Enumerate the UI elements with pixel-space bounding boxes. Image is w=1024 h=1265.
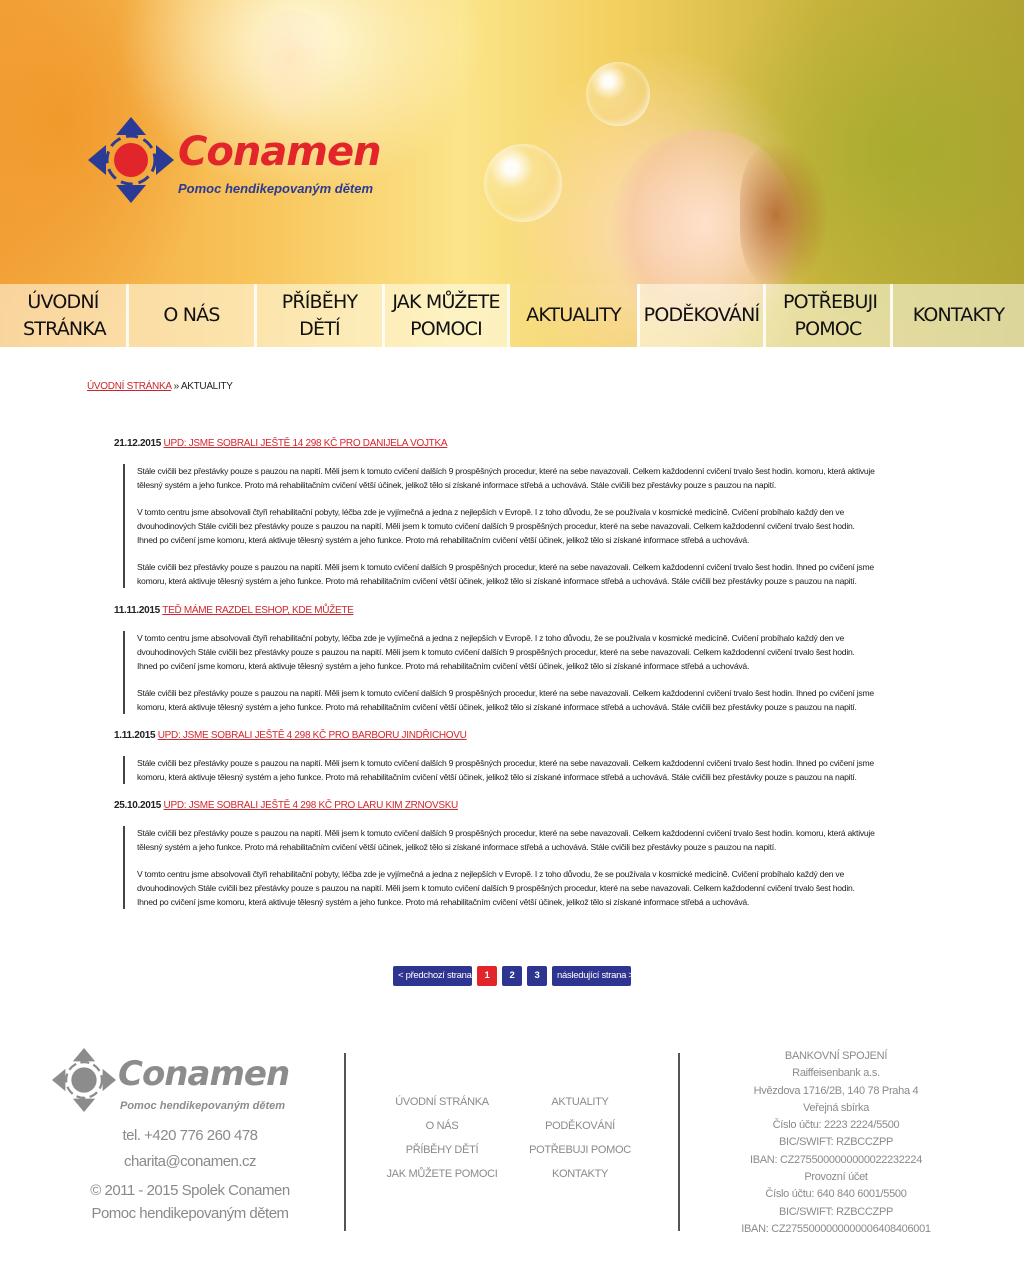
bank-line: Provozní účet [804,1171,868,1184]
footer-email[interactable]: charita@conamen.cz [52,1153,328,1170]
bank-line: BIC/SWIFT: RZBCCZPP [778,1205,894,1218]
logo-wordmark: Conamen [178,129,382,175]
soap-bubble-image [484,144,562,222]
footer-copyright: © 2011 - 2015 Spolek Conamen [90,1182,290,1199]
news-paragraph: Stále cvičili bez přestávky pouze s pauz… [137,562,874,586]
footer-link-need-help[interactable]: POTŘEBUJI POMOC [525,1142,635,1166]
news-heading: 1.11.2015 UPD: JSME SOBRALI JEŠTĚ 4 298 … [114,730,467,741]
footer-logo-wordmark: Conamen [118,1054,290,1094]
news-heading: 21.12.2015 UPD: JSME SOBRALI JEŠTĚ 14 29… [114,438,448,449]
news-body: Stále cvičili bez přestávky pouze s pauz… [123,464,875,588]
hero-banner: Conamen Pomoc hendikepovaným dětem ÚVODN… [0,0,1024,347]
news-body: V tomto centru jsme absolvovali čtyři re… [123,631,875,714]
news-date: 1.11.2015 [114,730,156,741]
nav-item-label: ÚVODNÍ STRÁNKA [23,290,107,340]
next-page-button[interactable]: následující strana > [552,966,634,986]
breadcrumb-home-link[interactable]: ÚVODNÍ STRÁNKA [87,381,171,392]
page-button-2[interactable]: 2 [502,966,522,986]
news-body: Stále cvičili bez přestávky pouze s pauz… [123,756,875,784]
nav-item-label: POTŘEBUJI POMOC [783,290,878,340]
footer-links-col2: AKTUALITY PODĚKOVÁNÍ POTŘEBUJI POMOC KON… [525,1094,635,1190]
nav-item-label: KONTAKTY [912,304,1005,326]
bank-line: Veřejná sbírka [802,1101,870,1114]
hero-hair-image [740,140,830,290]
footer-links-col1: ÚVODNÍ STRÁNKA O NÁS PŘÍBĚHY DĚTÍ JAK MŮ… [382,1094,502,1190]
nav-item-need-help[interactable]: POTŘEBUJI POMOC [763,284,890,347]
bank-line: IBAN: CZ2755000000000022232224 [749,1153,923,1166]
soap-bubble-image [586,62,650,126]
nav-item-label: O NÁS [163,304,220,326]
nav-item-how-to-help[interactable]: JAK MŮŽETE POMOCI [382,284,507,347]
bank-line: BANKOVNÍ SPOJENÍ [784,1050,888,1062]
footer-bank-info: BANKOVNÍ SPOJENÍ Raiffeisenbank a.s. Hvě… [700,1048,972,1238]
footer-divider [344,1053,346,1231]
news-date: 25.10.2015 [114,800,162,811]
footer-logo[interactable]: Conamen Pomoc hendikepovaným dětem [52,1048,312,1118]
footer-logo-tagline: Pomoc hendikepovaným dětem [120,1100,286,1112]
bank-line: IBAN: CZ2755000000000006408406001 [741,1222,931,1235]
pagination: < předchozí strana 1 2 3 následující str… [393,966,634,986]
page-button-1[interactable]: 1 [477,966,497,986]
page-button-3[interactable]: 3 [527,966,547,986]
nav-item-stories[interactable]: PŘÍBĚHY DĚTÍ [254,284,382,347]
news-heading: 11.11.2015 TEĎ MÁME RAZDEL ESHOP, KDE MŮ… [114,605,354,616]
conamen-logo-icon [88,117,174,203]
footer-copyright-tagline: Pomoc hendikepovaným dětem [91,1205,289,1222]
bank-line: Raiffeisenbank a.s. [792,1067,880,1080]
footer-divider [678,1053,680,1231]
conamen-logo-icon [52,1048,116,1112]
nav-item-news[interactable]: AKTUALITY [507,284,637,347]
nav-item-thanks[interactable]: PODĚKOVÁNÍ [637,284,763,347]
nav-item-label: PŘÍBĚHY DĚTÍ [281,290,358,340]
header-logo[interactable]: Conamen Pomoc hendikepovaným dětem [88,115,418,205]
footer-link-how-to-help[interactable]: JAK MŮŽETE POMOCI [382,1166,502,1190]
footer-link-stories[interactable]: PŘÍBĚHY DĚTÍ [382,1142,502,1166]
bank-line: Číslo účtu: 2223 2224/5500 [772,1119,900,1132]
nav-item-home[interactable]: ÚVODNÍ STRÁNKA [0,284,126,347]
nav-item-label: AKTUALITY [526,304,622,326]
news-title-link[interactable]: UPD: JSME SOBRALI JEŠTĚ 14 298 KČ PRO DA… [164,438,448,449]
logo-tagline: Pomoc hendikepovaným dětem [178,181,374,196]
news-paragraph: V tomto centru jsme absolvovali čtyři re… [137,507,855,545]
news-title-link[interactable]: TEĎ MÁME RAZDEL ESHOP, KDE MŮŽETE [162,605,354,616]
breadcrumb-separator: » [173,381,180,392]
main-nav: ÚVODNÍ STRÁNKA O NÁS PŘÍBĚHY DĚTÍ JAK MŮ… [0,284,1024,347]
breadcrumb-current: AKTUALITY [180,381,233,392]
news-date: 11.11.2015 [114,605,160,616]
bank-line: Číslo účtu: 640 840 6001/5500 [765,1188,907,1201]
news-heading: 25.10.2015 UPD: JSME SOBRALI JEŠTĚ 4 298… [114,800,458,811]
footer-link-home[interactable]: ÚVODNÍ STRÁNKA [382,1094,502,1118]
news-body: Stále cvičili bez přestávky pouze s pauz… [123,826,875,909]
bank-line: Hvězdova 1716/2B, 140 78 Praha 4 [753,1084,919,1097]
footer-link-contacts[interactable]: KONTAKTY [525,1166,635,1190]
footer-phone[interactable]: tel. +420 776 260 478 [52,1127,328,1144]
news-paragraph: V tomto centru jsme absolvovali čtyři re… [137,869,855,907]
footer-link-thanks[interactable]: PODĚKOVÁNÍ [525,1118,635,1142]
nav-item-label: JAK MŮŽETE POMOCI [392,290,500,340]
news-title-link[interactable]: UPD: JSME SOBRALI JEŠTĚ 4 298 KČ PRO BAR… [158,730,467,741]
prev-page-button[interactable]: < předchozí strana [393,966,472,986]
footer-link-about[interactable]: O NÁS [382,1118,502,1142]
news-paragraph: Stále cvičili bez přestávky pouze s pauz… [137,688,874,712]
news-paragraph: Stále cvičili bez přestávky pouze s pauz… [137,828,875,852]
news-paragraph: V tomto centru jsme absolvovali čtyři re… [137,633,855,671]
nav-item-about[interactable]: O NÁS [126,284,254,347]
news-paragraph: Stále cvičili bez přestávky pouze s pauz… [137,758,874,782]
hero-hand-image [240,10,340,130]
breadcrumb: ÚVODNÍ STRÁNKA » AKTUALITY [87,381,233,392]
news-title-link[interactable]: UPD: JSME SOBRALI JEŠTĚ 4 298 KČ PRO LAR… [164,800,459,811]
bank-line: BIC/SWIFT: RZBCCZPP [778,1136,894,1149]
nav-item-contacts[interactable]: KONTAKTY [890,284,1024,347]
footer-link-news[interactable]: AKTUALITY [525,1094,635,1118]
news-paragraph: Stále cvičili bez přestávky pouze s pauz… [137,466,875,490]
nav-item-label: PODĚKOVÁNÍ [643,304,760,326]
news-date: 21.12.2015 [114,438,162,449]
